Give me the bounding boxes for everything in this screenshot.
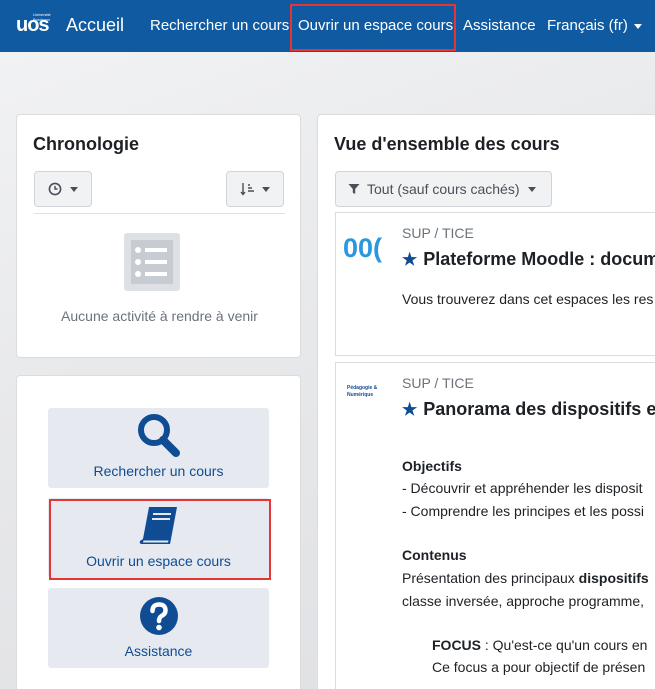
- course-card[interactable]: 00( SUP / TICE ★ Plateforme Moodle : docu…: [335, 212, 655, 356]
- quick-link-label: Rechercher un cours: [93, 463, 224, 479]
- course-category: SUP / TICE: [402, 375, 474, 391]
- course-title[interactable]: ★ Plateforme Moodle : docum: [402, 249, 655, 270]
- home-link[interactable]: Accueil: [66, 15, 124, 36]
- course-thumbnail: 00(: [343, 233, 383, 263]
- chevron-down-icon: [70, 186, 78, 192]
- contenus-text: Présentation des principaux: [402, 570, 579, 586]
- question-circle-icon: [139, 597, 178, 635]
- contenus-line: classe inversée, approche programme,: [402, 593, 645, 609]
- course-thumbnail: Pédagogie & Numérique: [347, 385, 378, 398]
- course-title-text: Panorama des dispositifs et: [423, 399, 655, 419]
- nav-search-course[interactable]: Rechercher un cours: [150, 17, 289, 34]
- empty-list-icon: [124, 233, 180, 291]
- timeline-empty-message: Aucune activité à rendre à venir: [61, 308, 258, 324]
- course-title-text: Plateforme Moodle : docum: [423, 249, 655, 269]
- contenus-bold-text: dispositifs: [578, 570, 649, 586]
- nav-highlight-box: [290, 4, 456, 51]
- course-title[interactable]: ★ Panorama des dispositifs et: [402, 399, 655, 420]
- brand[interactable]: uos Université Bordeaux Accueil: [16, 12, 124, 38]
- nav-assistance[interactable]: Assistance: [463, 17, 536, 34]
- chevron-down-icon: [527, 186, 536, 192]
- focus-line: FOCUS : Qu'est-ce qu'un cours en: [432, 635, 647, 655]
- contenus-line: Présentation des principaux dispositifs: [402, 568, 649, 588]
- timeline-sort[interactable]: [226, 171, 284, 207]
- course-filter-dropdown[interactable]: Tout (sauf cours cachés): [335, 171, 552, 207]
- timeline-block: Chronologie Aucune activité à rendre à v…: [16, 114, 301, 358]
- filter-label: Tout (sauf cours cachés): [367, 181, 520, 197]
- filter-icon: [348, 184, 360, 194]
- quick-link-search-course[interactable]: Rechercher un cours: [48, 408, 269, 488]
- course-card[interactable]: Pédagogie & Numérique SUP / TICE ★ Panora…: [335, 362, 655, 689]
- search-icon: [137, 414, 180, 457]
- university-logo: uos Université Bordeaux: [16, 12, 60, 38]
- timeline-date-filter[interactable]: [34, 171, 92, 207]
- language-label: Français (fr): [547, 17, 628, 34]
- contenus-heading: Contenus: [402, 547, 467, 563]
- sort-icon: [240, 183, 254, 196]
- focus-text: : Qu'est-ce qu'un cours en: [481, 637, 648, 653]
- focus-line: Ce focus a pour objectif de présen: [432, 659, 646, 675]
- course-summary: Vous trouverez dans cet espaces les res: [402, 291, 654, 307]
- course-category: SUP / TICE: [402, 225, 474, 241]
- star-icon[interactable]: ★: [402, 400, 417, 419]
- logo-small-text: Université Bordeaux: [33, 12, 51, 22]
- chevron-down-icon: [262, 186, 270, 192]
- clock-icon: [48, 182, 62, 196]
- objectifs-line: - Comprendre les principes et les possi: [402, 503, 644, 519]
- quick-link-assistance[interactable]: Assistance: [48, 588, 269, 668]
- objectifs-line: - Découvrir et appréhender les disposit: [402, 480, 643, 496]
- focus-label: FOCUS: [432, 637, 481, 653]
- chevron-down-icon: [633, 23, 642, 29]
- quick-link-highlight-box: [49, 499, 271, 580]
- quick-link-label: Assistance: [124, 643, 193, 659]
- divider: [34, 213, 285, 214]
- timeline-title: Chronologie: [33, 134, 139, 154]
- star-icon[interactable]: ★: [402, 250, 417, 269]
- language-menu[interactable]: Français (fr): [547, 17, 642, 34]
- overview-title: Vue d'ensemble des cours: [334, 134, 560, 154]
- objectifs-heading: Objectifs: [402, 458, 462, 474]
